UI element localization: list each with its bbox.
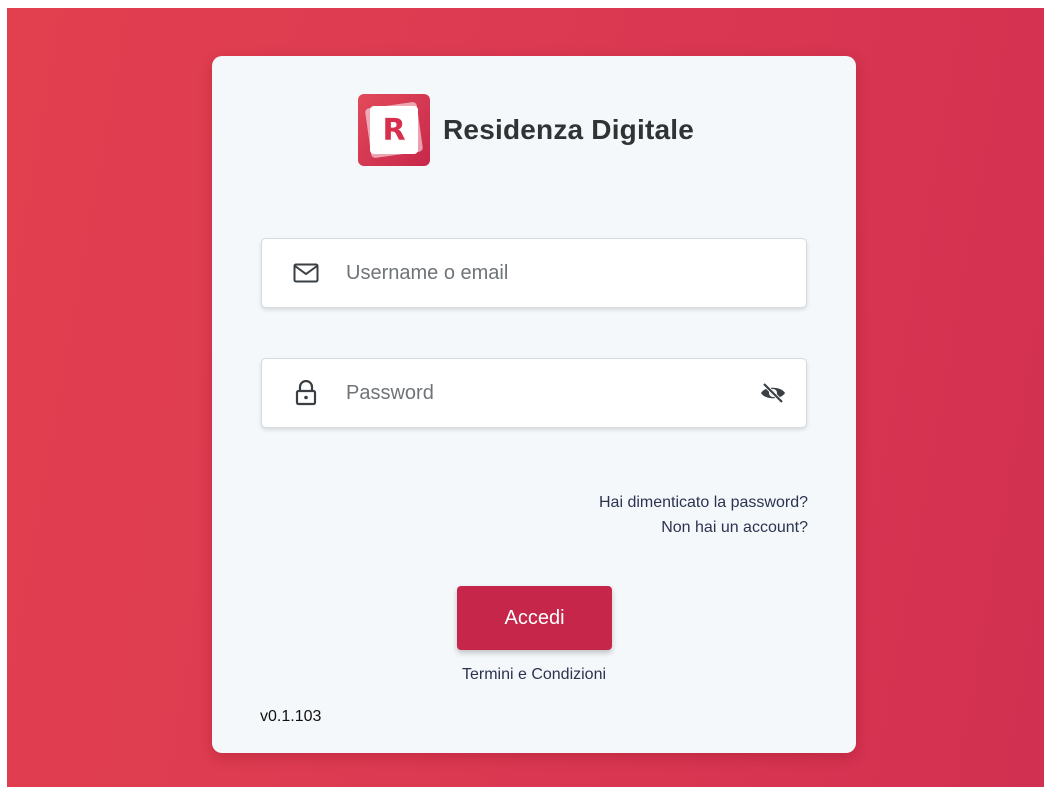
password-field[interactable] [261,358,807,428]
eye-off-icon[interactable] [758,378,788,408]
version-label: v0.1.103 [260,708,322,725]
username-input[interactable] [344,260,806,286]
username-field[interactable] [261,238,807,308]
register-link[interactable]: Non hai un account? [599,515,808,540]
login-card: R Residenza Digitale Username o email Ha… [212,56,856,753]
mail-icon [292,259,320,287]
terms-link[interactable]: Termini e Condizioni [462,666,606,683]
lock-icon [292,379,320,407]
residenza-digitale-logo: R [358,94,430,166]
account-links: Hai dimenticato la password? Non hai un … [599,490,808,540]
logo-letter: R [370,106,418,154]
forgot-password-link[interactable]: Hai dimenticato la password? [599,490,808,515]
login-button[interactable]: Accedi [457,586,612,650]
terms-footer: Termini e Condizioni [212,666,856,684]
brand-header: R Residenza Digitale [358,94,694,166]
brand-name: Residenza Digitale [443,114,695,145]
page-background: R Residenza Digitale Username o email Ha… [7,8,1044,787]
password-input[interactable] [344,380,758,406]
